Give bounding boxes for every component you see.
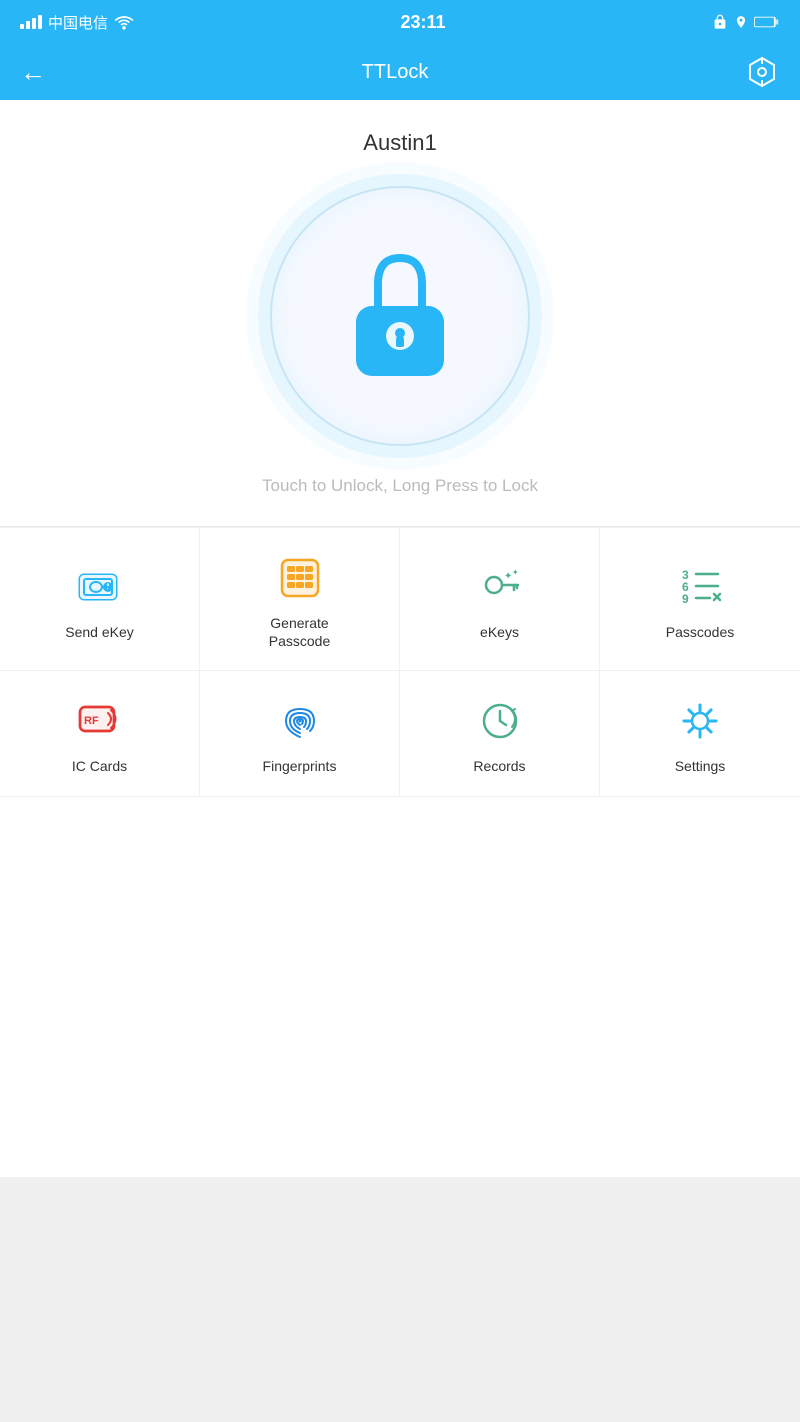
- ekeys-icon: ✦ ✦: [474, 561, 526, 613]
- fingerprints-icon: [274, 695, 326, 747]
- records-label: Records: [473, 757, 525, 775]
- ic-cards-icon: RF: [74, 695, 126, 747]
- svg-text:9: 9: [682, 592, 689, 606]
- settings-label: Settings: [675, 757, 726, 775]
- menu-item-fingerprints[interactable]: Fingerprints: [200, 671, 400, 796]
- header: ← TTLock: [0, 44, 800, 100]
- lock-area: Austin1 Touch to Unlock, Long Press to L…: [0, 100, 800, 527]
- generate-passcode-label: GeneratePasscode: [269, 614, 330, 650]
- svg-text:RF: RF: [84, 715, 99, 727]
- hex-settings-button[interactable]: [744, 54, 780, 90]
- menu-item-ekeys[interactable]: ✦ ✦ eKeys: [400, 528, 600, 671]
- menu-item-settings[interactable]: Settings: [600, 671, 800, 796]
- wifi-icon: [114, 14, 134, 30]
- page-title: TTLock: [362, 61, 429, 84]
- lock-button[interactable]: [270, 186, 530, 446]
- bottom-area: [0, 797, 800, 1177]
- menu-item-ic-cards[interactable]: RF IC Cards: [0, 671, 200, 796]
- menu-item-records[interactable]: Records: [400, 671, 600, 796]
- send-ekey-icon: [74, 561, 126, 613]
- status-time: 23:11: [400, 12, 445, 33]
- generate-passcode-icon: [274, 552, 326, 604]
- status-left: 中国电信: [20, 12, 134, 33]
- status-bar: 中国电信 23:11: [0, 0, 800, 44]
- back-button[interactable]: ←: [20, 57, 46, 88]
- ic-cards-label: IC Cards: [72, 757, 127, 775]
- menu-grid: Send eKey GeneratePasscode ✦: [0, 527, 800, 797]
- svg-text:✦: ✦: [512, 568, 519, 577]
- send-ekey-label: Send eKey: [65, 623, 134, 641]
- lock-icon: [340, 246, 460, 386]
- battery-icon: [754, 15, 780, 29]
- passcodes-icon: 3 6 9: [674, 561, 726, 613]
- lock-status-icon: [712, 14, 728, 30]
- signal-icon: [20, 15, 42, 29]
- ekeys-label: eKeys: [480, 623, 519, 641]
- settings-icon: [674, 695, 726, 747]
- passcodes-label: Passcodes: [666, 623, 734, 641]
- carrier-label: 中国电信: [48, 12, 108, 33]
- lock-name: Austin1: [363, 130, 436, 156]
- status-right: [712, 14, 780, 30]
- records-icon: [474, 695, 526, 747]
- menu-item-passcodes[interactable]: 3 6 9 Passcodes: [600, 528, 800, 671]
- fingerprints-label: Fingerprints: [263, 757, 337, 775]
- location-icon: [734, 14, 748, 30]
- menu-item-generate-passcode[interactable]: GeneratePasscode: [200, 528, 400, 671]
- menu-item-send-ekey[interactable]: Send eKey: [0, 528, 200, 671]
- unlock-hint: Touch to Unlock, Long Press to Lock: [262, 476, 538, 496]
